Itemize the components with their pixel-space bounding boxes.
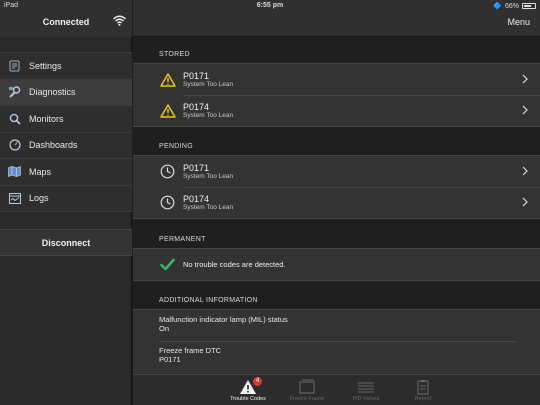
sidebar-item-settings[interactable]: Settings xyxy=(0,53,132,80)
info-label: Freeze frame DTC xyxy=(159,346,222,355)
main-panel: Menu STORED P0171 System Too Lean P0174 … xyxy=(133,0,540,405)
list-item[interactable]: P0174 System Too Lean xyxy=(133,187,540,218)
checkmark-icon xyxy=(159,256,176,273)
trouble-description: System Too Lean xyxy=(183,80,234,88)
trouble-code: P0174 xyxy=(183,193,210,204)
tab-report[interactable]: Report xyxy=(393,375,453,405)
bluetooth-icon: 🔷 xyxy=(493,3,502,10)
tab-label: Freeze Frame xyxy=(289,396,325,402)
sidebar-item-maps[interactable]: Maps xyxy=(0,159,132,186)
list-item: No trouble codes are detected. xyxy=(133,249,540,280)
sidebar-item-monitors[interactable]: Monitors xyxy=(0,106,132,133)
chevron-right-icon xyxy=(522,74,528,84)
trouble-codes-badge: 4 xyxy=(253,377,262,386)
battery-icon xyxy=(522,3,536,9)
info-value: P0171 xyxy=(159,355,181,364)
sidebar-nav: Settings Diagnostics Monitors Dashboards… xyxy=(0,52,132,212)
menu-button[interactable]: Menu xyxy=(507,17,530,27)
pending-codes-list: P0171 System Too Lean P0174 System Too L… xyxy=(133,155,540,219)
tab-label: PID Values xyxy=(352,396,380,402)
trouble-code: P0171 xyxy=(183,70,210,81)
list-item[interactable]: P0171 System Too Lean xyxy=(133,64,540,95)
battery-percent: 66% xyxy=(504,2,519,10)
info-item: Malfunction indicator lamp (MIL) status … xyxy=(133,310,540,341)
section-label-additional: ADDITIONAL INFORMATION xyxy=(159,297,258,304)
clock-icon xyxy=(159,194,176,211)
list-item[interactable]: P0174 System Too Lean xyxy=(133,95,540,126)
warning-tab-icon: 4 xyxy=(239,377,262,395)
info-value: On xyxy=(159,324,170,333)
settings-icon xyxy=(8,59,21,72)
logs-icon xyxy=(8,192,21,205)
pid-values-icon xyxy=(357,379,375,395)
battery-status: 🔷 66% xyxy=(493,2,536,10)
tab-label: Trouble Codes xyxy=(230,396,266,402)
stored-codes-list: P0171 System Too Lean P0174 System Too L… xyxy=(133,63,540,127)
sidebar-item-dashboards[interactable]: Dashboards xyxy=(0,132,132,159)
trouble-description: System Too Lean xyxy=(183,172,234,180)
report-icon xyxy=(414,379,432,395)
sidebar-item-label: Dashboards xyxy=(29,140,78,151)
sidebar-item-label: Logs xyxy=(29,193,49,204)
section-label-pending: PENDING xyxy=(159,143,193,150)
sidebar-item-label: Maps xyxy=(29,166,52,177)
info-label: Malfunction indicator lamp (MIL) status xyxy=(159,315,288,324)
freeze-frame-icon xyxy=(298,379,316,395)
sidebar-item-label: Settings xyxy=(29,60,62,71)
tab-bar: 4 Trouble Codes Freeze Frame PID Values … xyxy=(133,374,540,405)
status-time: 6:55 pm xyxy=(256,2,284,9)
gauge-icon xyxy=(8,139,21,152)
warning-icon xyxy=(159,71,176,88)
tab-label: Report xyxy=(414,396,432,402)
tab-freeze-frame[interactable]: Freeze Frame xyxy=(277,375,337,405)
wrench-icon xyxy=(8,86,21,99)
magnifier-icon xyxy=(8,112,21,125)
list-item[interactable]: P0171 System Too Lean xyxy=(133,156,540,187)
clock-icon xyxy=(159,163,176,180)
trouble-description: System Too Lean xyxy=(183,111,234,119)
warning-icon xyxy=(159,102,176,119)
permanent-codes-list: No trouble codes are detected. xyxy=(133,248,540,281)
info-item: Freeze frame DTC P0171 xyxy=(133,341,540,372)
trouble-description: System Too Lean xyxy=(183,203,234,211)
sidebar-item-label: Diagnostics xyxy=(29,87,76,98)
sidebar-item-logs[interactable]: Logs xyxy=(0,185,132,212)
tab-trouble-codes[interactable]: 4 Trouble Codes xyxy=(218,375,278,405)
sidebar: Connected Settings Diagnostics Monitors xyxy=(0,0,132,405)
disconnect-button[interactable]: Disconnect xyxy=(0,229,132,256)
sidebar-item-label: Monitors xyxy=(29,113,64,124)
chevron-right-icon xyxy=(522,105,528,115)
section-label-stored: STORED xyxy=(159,51,190,58)
chevron-right-icon xyxy=(522,166,528,176)
chevron-right-icon xyxy=(522,197,528,207)
status-bar: iPad 6:55 pm 🔷 66% xyxy=(0,0,540,12)
trouble-code: P0174 xyxy=(183,101,210,112)
sidebar-item-diagnostics[interactable]: Diagnostics xyxy=(0,79,132,106)
map-icon xyxy=(8,165,21,178)
wifi-icon xyxy=(113,15,126,26)
tab-pid-values[interactable]: PID Values xyxy=(336,375,396,405)
section-label-permanent: PERMANENT xyxy=(159,236,206,243)
additional-info-list: Malfunction indicator lamp (MIL) status … xyxy=(133,309,540,375)
trouble-code: P0171 xyxy=(183,162,210,173)
no-codes-message: No trouble codes are detected. xyxy=(183,260,286,269)
